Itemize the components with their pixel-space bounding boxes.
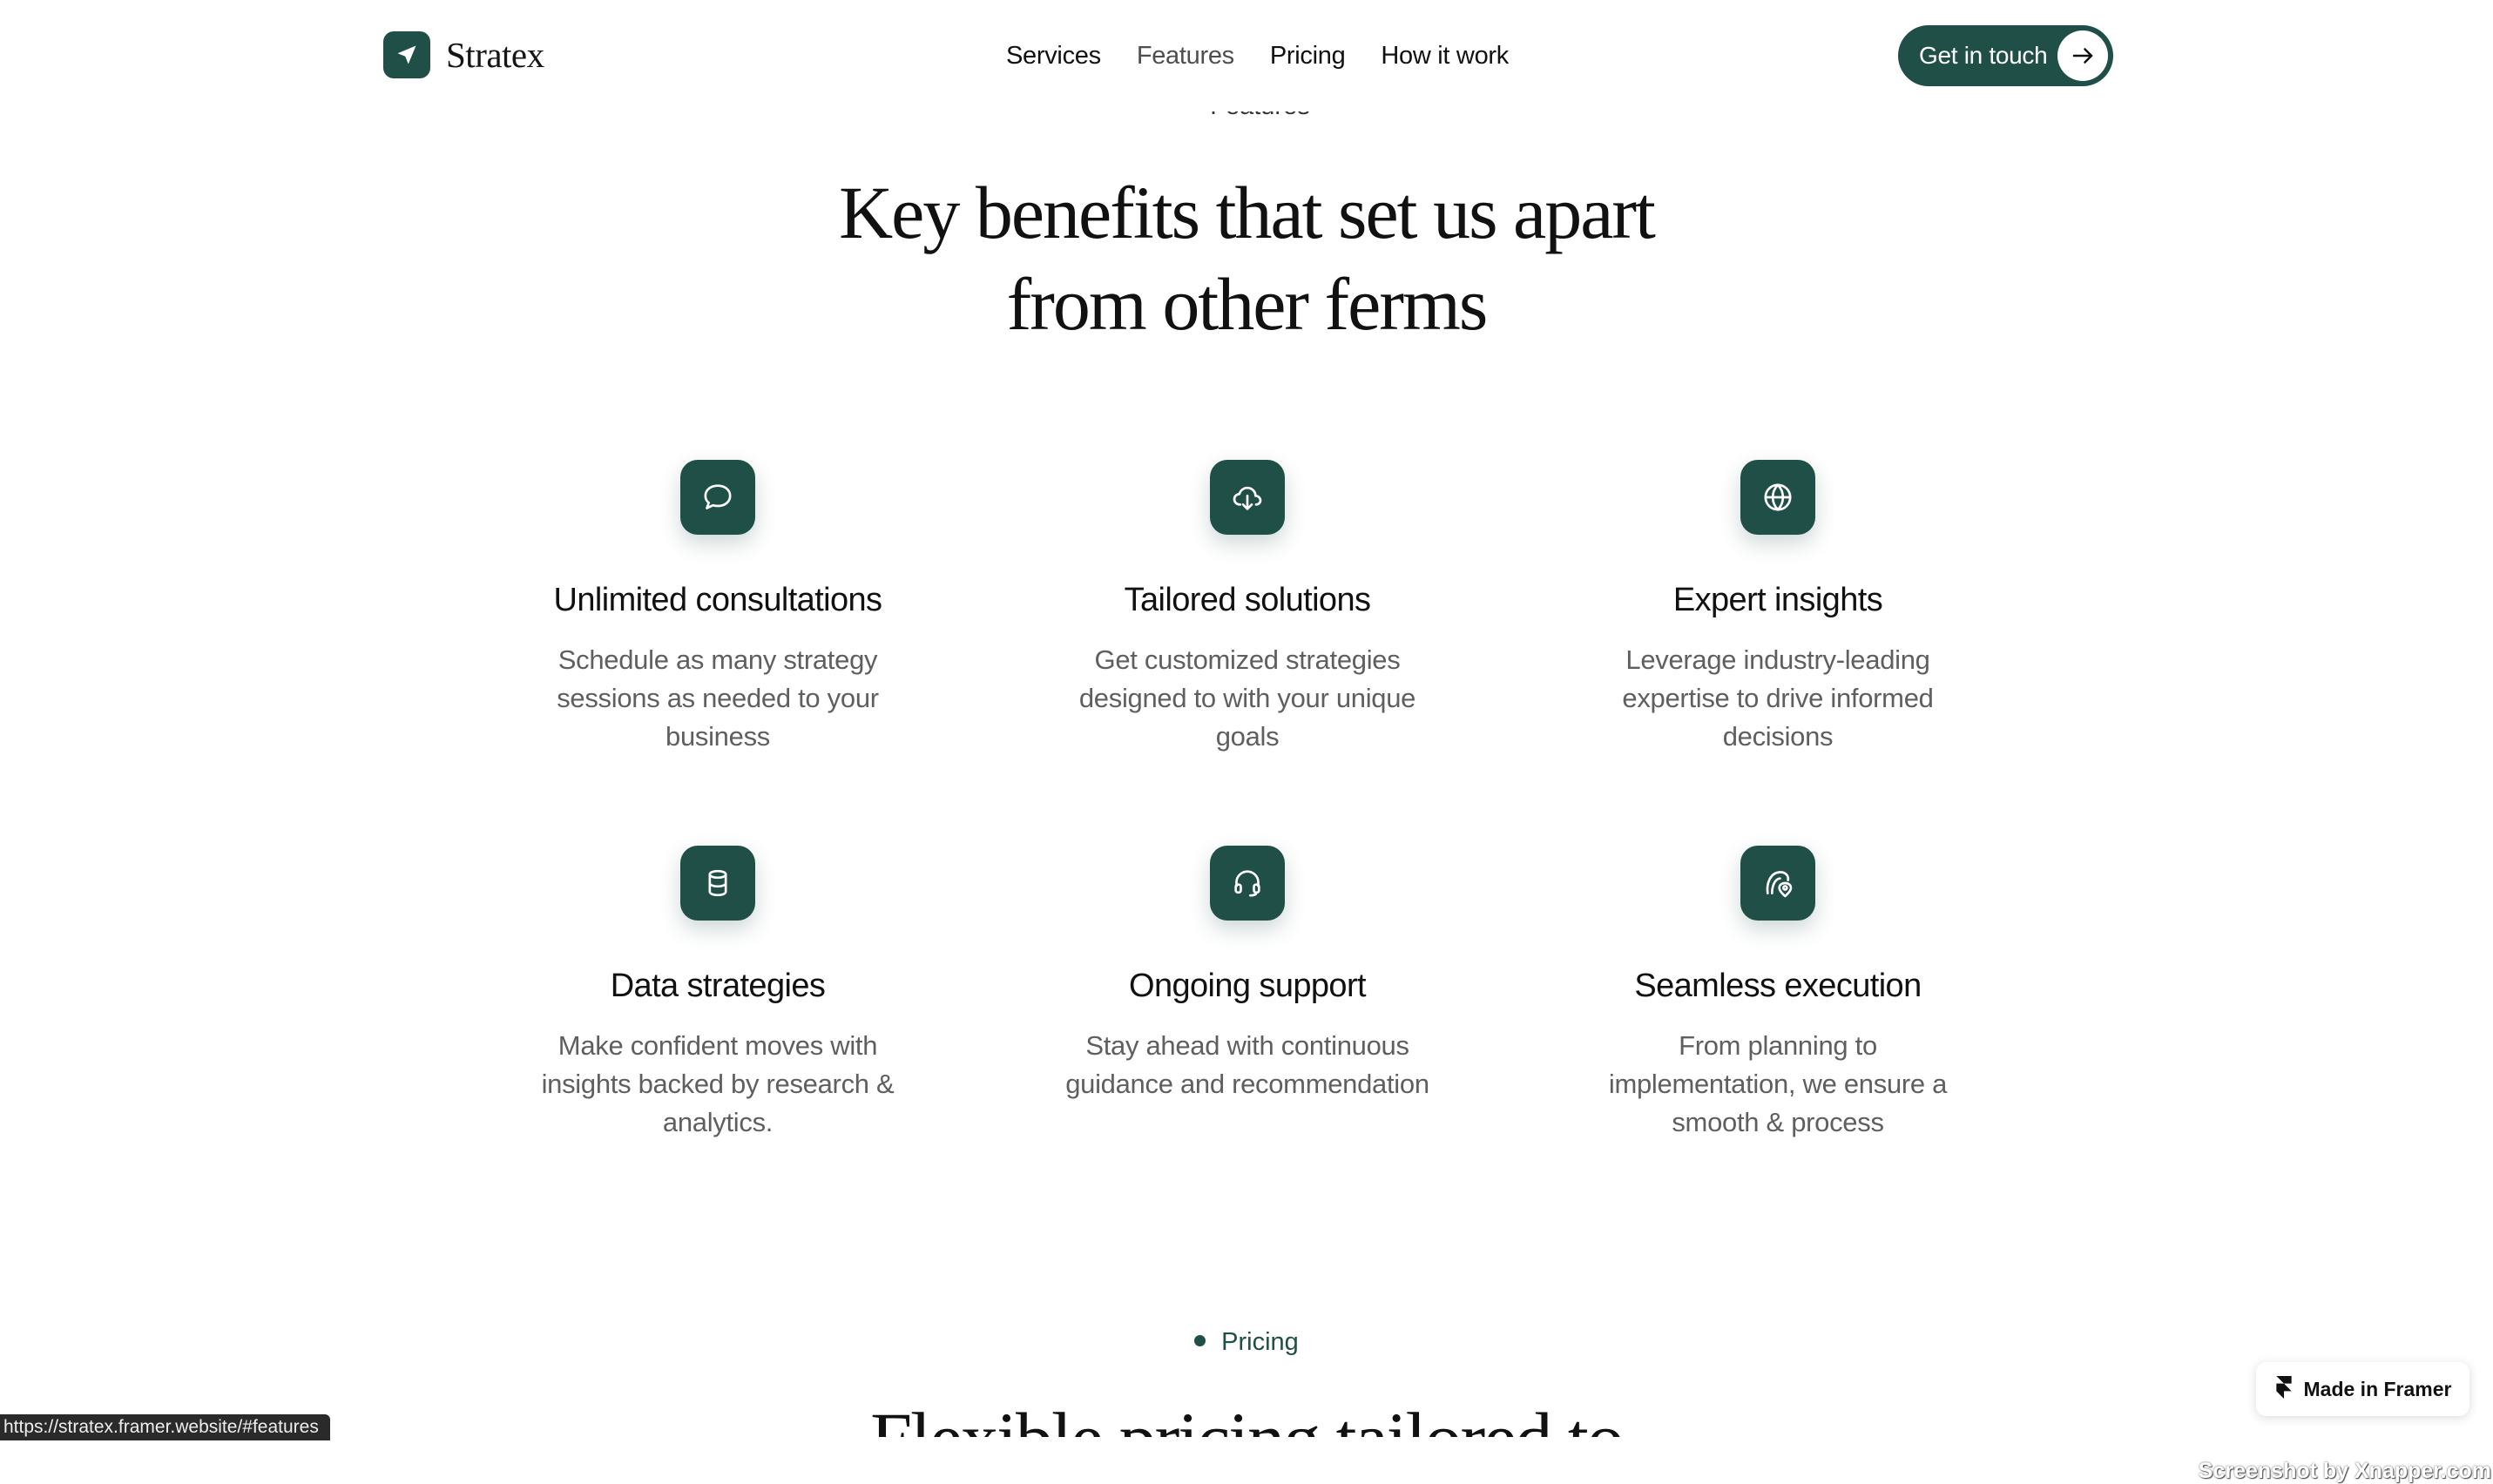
map-pin-icon [1740, 846, 1815, 921]
feature-description: Leverage industry-leading expertise to d… [1622, 644, 1934, 752]
feature-title: Data strategies [610, 968, 826, 1004]
arrow-right-icon [2057, 30, 2108, 81]
feature-description: Schedule as many strategy sessions as ne… [557, 644, 879, 752]
made-in-framer-label: Made in Framer [2303, 1377, 2452, 1400]
feature-card-data-strategies: Data strategies Make confident moves wit… [474, 846, 962, 1142]
features-title-line1: Key benefits that set us apart [839, 171, 1656, 254]
brand-name: Stratex [446, 35, 544, 75]
feature-description: Make confident moves with insights backe… [541, 1030, 895, 1137]
status-bar-url: https://stratex.framer.website/#features [0, 1414, 330, 1440]
feature-card-expert-insights: Expert insights Leverage industry-leadin… [1534, 460, 2022, 756]
pricing-eyebrow: Pricing [0, 1328, 2493, 1357]
feature-card-seamless-execution: Seamless execution From planning to impl… [1534, 846, 2022, 1142]
framer-logo-icon [2274, 1375, 2294, 1403]
feature-title: Tailored solutions [1124, 582, 1371, 618]
feature-title: Ongoing support [1129, 968, 1367, 1004]
screenshot-watermark: Screenshot by Xnapper.com [2198, 1459, 2491, 1483]
get-in-touch-label: Get in touch [1919, 42, 2048, 69]
feature-title: Seamless execution [1634, 968, 1922, 1004]
get-in-touch-button[interactable]: Get in touch [1898, 25, 2113, 86]
pricing-eyebrow-label: Pricing [1221, 1328, 1299, 1356]
nav-services[interactable]: Services [1006, 35, 1101, 77]
nav-how-it-work[interactable]: How it work [1381, 35, 1509, 77]
feature-card-tailored-solutions: Tailored solutions Get customized strate… [1003, 460, 1491, 756]
brand-logo[interactable]: Stratex [383, 31, 544, 78]
made-in-framer-badge[interactable]: Made in Framer [2256, 1362, 2469, 1416]
chat-bubble-icon [680, 460, 755, 535]
nav-features[interactable]: Features [1137, 35, 1234, 77]
nav-pricing[interactable]: Pricing [1270, 35, 1346, 77]
feature-card-unlimited-consultations: Unlimited consultations Schedule as many… [474, 460, 962, 756]
headset-icon [1210, 846, 1285, 921]
database-icon [680, 846, 755, 921]
feature-description: Get customized strategies designed to wi… [1078, 644, 1416, 752]
feature-title: Unlimited consultations [553, 582, 883, 618]
paper-plane-icon [383, 31, 430, 78]
main-nav: Services Features Pricing How it work [1006, 35, 1509, 77]
features-title: Key benefits that set us apart from othe… [0, 167, 2493, 350]
feature-title: Expert insights [1672, 582, 1883, 618]
globe-icon [1740, 460, 1815, 535]
site-header: Stratex Services Features Pricing How it… [0, 0, 2493, 111]
feature-description: From planning to implementation, we ensu… [1608, 1030, 1948, 1137]
eyebrow-dot [1194, 1334, 1206, 1346]
pricing-title: Flexible pricing tailored to [0, 1393, 2493, 1437]
feature-card-ongoing-support: Ongoing support Stay ahead with continuo… [1003, 846, 1491, 1103]
cloud-download-icon [1210, 460, 1285, 535]
feature-description: Stay ahead with continuous guidance and … [1065, 1030, 1429, 1099]
features-title-line2: from other ferms [1006, 262, 1489, 346]
